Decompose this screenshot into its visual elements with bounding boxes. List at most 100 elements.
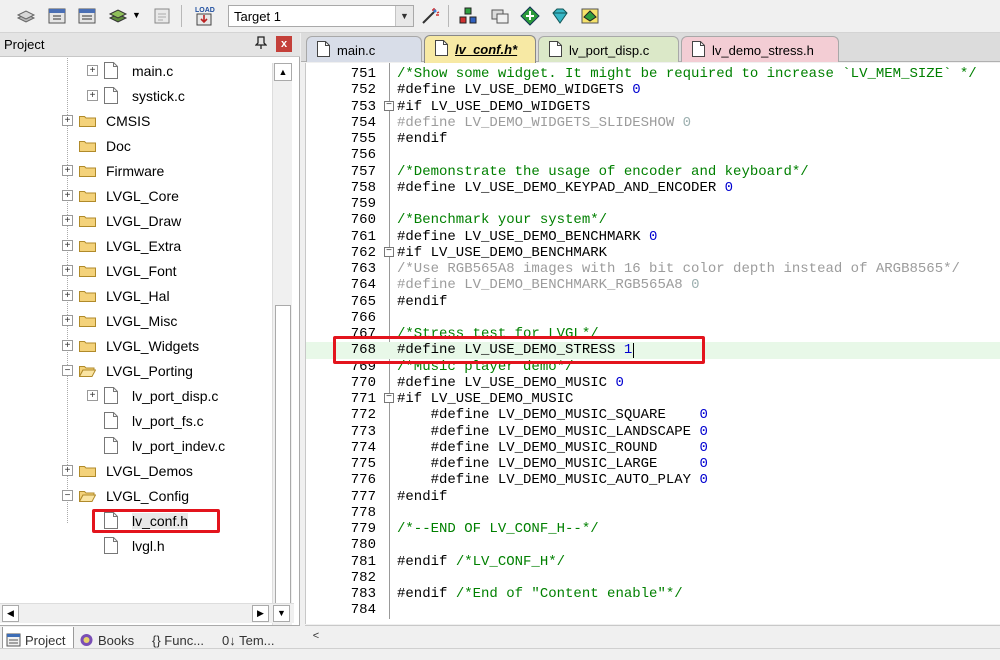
code-line[interactable]: 784: [306, 602, 1000, 618]
collapse-icon[interactable]: −: [62, 490, 73, 501]
expand-icon[interactable]: +: [87, 390, 98, 401]
tree-item[interactable]: + LVGL_Core: [0, 183, 270, 208]
tree-item[interactable]: lv_port_indev.c: [0, 433, 270, 458]
tree-item[interactable]: + systick.c: [0, 83, 270, 108]
tree-item[interactable]: + LVGL_Misc: [0, 308, 270, 333]
stack-icon[interactable]: [16, 6, 36, 26]
expand-icon[interactable]: +: [62, 165, 73, 176]
code-line[interactable]: 783 #endif /*End of "Content enable"*/: [306, 586, 1000, 602]
target-select[interactable]: Target 1 ▼: [228, 5, 414, 27]
code-line[interactable]: 782: [306, 570, 1000, 586]
expand-icon[interactable]: +: [62, 115, 73, 126]
code-line[interactable]: 780: [306, 537, 1000, 553]
file-extensions-icon[interactable]: [490, 6, 510, 26]
expand-icon[interactable]: +: [62, 190, 73, 201]
panel-title: Project: [4, 37, 45, 52]
expand-icon[interactable]: +: [87, 65, 98, 76]
tree-item[interactable]: + lv_port_disp.c: [0, 383, 270, 408]
code-line[interactable]: 778: [306, 505, 1000, 521]
line-number: 763: [350, 261, 376, 277]
select-software-packs-icon[interactable]: [580, 6, 600, 26]
editor-tab[interactable]: lv_conf.h*: [424, 35, 536, 63]
code-line[interactable]: 757 /*Demonstrate the usage of encoder an…: [306, 164, 1000, 180]
tree-item[interactable]: + LVGL_Draw: [0, 208, 270, 233]
code-line[interactable]: 776 #define LV_DEMO_MUSIC_AUTO_PLAY 0: [306, 472, 1000, 488]
download-load-icon[interactable]: LOAD: [192, 4, 216, 28]
code-line[interactable]: 775 #define LV_DEMO_MUSIC_LARGE 0: [306, 456, 1000, 472]
code-line[interactable]: 754 #define LV_DEMO_WIDGETS_SLIDESHOW 0: [306, 115, 1000, 131]
code-line[interactable]: 764 #define LV_DEMO_BENCHMARK_RGB565A8 0: [306, 277, 1000, 293]
code-line[interactable]: 756: [306, 147, 1000, 163]
build-target-icon[interactable]: [47, 6, 67, 26]
magic-wand-icon[interactable]: [420, 6, 440, 26]
translate-icon[interactable]: [152, 6, 172, 26]
rebuild-icon[interactable]: [77, 6, 97, 26]
fold-collapse-icon[interactable]: −: [384, 246, 394, 257]
editor-tab[interactable]: lv_port_disp.c: [538, 36, 679, 62]
code-line[interactable]: 766: [306, 310, 1000, 326]
tree-item[interactable]: + LVGL_Extra: [0, 233, 270, 258]
expand-icon[interactable]: +: [62, 315, 73, 326]
code-line[interactable]: 758 #define LV_USE_DEMO_KEYPAD_AND_ENCODE…: [306, 180, 1000, 196]
code-line[interactable]: 770 #define LV_USE_DEMO_MUSIC 0: [306, 375, 1000, 391]
expand-icon[interactable]: +: [62, 265, 73, 276]
editor-horizontal-scrollbar[interactable]: <: [305, 625, 1000, 647]
tree-item[interactable]: + LVGL_Hal: [0, 283, 270, 308]
pack-installer-icon[interactable]: [520, 6, 540, 26]
code-line[interactable]: 755 #endif: [306, 131, 1000, 147]
code-line[interactable]: 781 #endif /*LV_CONF_H*/: [306, 554, 1000, 570]
tree-item[interactable]: − LVGL_Config: [0, 483, 270, 508]
expand-icon[interactable]: +: [87, 90, 98, 101]
tree-item[interactable]: + CMSIS: [0, 108, 270, 133]
code-line[interactable]: 779 /*--END OF LV_CONF_H--*/: [306, 521, 1000, 537]
tree-item[interactable]: lv_port_fs.c: [0, 408, 270, 433]
expand-icon[interactable]: +: [62, 340, 73, 351]
tree-item[interactable]: + main.c: [0, 58, 270, 83]
tree-item[interactable]: − LVGL_Porting: [0, 358, 270, 383]
code-line[interactable]: 765 #endif: [306, 294, 1000, 310]
code-line[interactable]: 751 /*Show some widget. It might be requi…: [306, 66, 1000, 82]
expand-icon[interactable]: +: [62, 240, 73, 251]
editor-tab[interactable]: main.c: [306, 36, 422, 62]
scroll-left-icon[interactable]: <: [308, 628, 324, 644]
code-line[interactable]: 763 /*Use RGB565A8 images with 16 bit col…: [306, 261, 1000, 277]
editor-tab[interactable]: lv_demo_stress.h: [681, 36, 839, 62]
fold-collapse-icon[interactable]: −: [384, 393, 394, 403]
gem-install-icon[interactable]: [550, 6, 570, 26]
expand-icon[interactable]: +: [62, 290, 73, 301]
code-line[interactable]: 777 #endif: [306, 489, 1000, 505]
chevron-down-icon[interactable]: ▼: [132, 10, 141, 20]
scroll-down-icon[interactable]: ▼: [273, 605, 290, 622]
tree-item[interactable]: lvgl.h: [0, 533, 270, 558]
code-line[interactable]: 752 #define LV_USE_DEMO_WIDGETS 0: [306, 82, 1000, 98]
tree-item[interactable]: Doc: [0, 133, 270, 158]
fold-collapse-icon[interactable]: −: [384, 100, 394, 111]
expand-icon[interactable]: +: [62, 215, 73, 226]
tree-item[interactable]: + Firmware: [0, 158, 270, 183]
chevron-down-icon[interactable]: ▼: [395, 6, 413, 26]
tree-item[interactable]: + LVGL_Font: [0, 258, 270, 283]
close-icon[interactable]: x: [276, 36, 292, 52]
code-line[interactable]: 762− #if LV_USE_DEMO_BENCHMARK: [306, 245, 1000, 261]
tree-item[interactable]: + LVGL_Widgets: [0, 333, 270, 358]
code-line[interactable]: 773 #define LV_DEMO_MUSIC_LANDSCAPE 0: [306, 424, 1000, 440]
code-line[interactable]: 760 /*Benchmark your system*/: [306, 212, 1000, 228]
code-line[interactable]: 772 #define LV_DEMO_MUSIC_SQUARE 0: [306, 407, 1000, 423]
scroll-up-icon[interactable]: ▲: [274, 63, 292, 81]
code-line[interactable]: 774 #define LV_DEMO_MUSIC_ROUND 0: [306, 440, 1000, 456]
manage-components-icon[interactable]: [458, 6, 478, 26]
tree-item[interactable]: + LVGL_Demos: [0, 458, 270, 483]
code-line[interactable]: 761 #define LV_USE_DEMO_BENCHMARK 0: [306, 229, 1000, 245]
pin-icon[interactable]: [254, 36, 268, 52]
code-line[interactable]: 771− #if LV_USE_DEMO_MUSIC: [306, 391, 1000, 407]
expand-icon[interactable]: +: [62, 465, 73, 476]
horizontal-scrollbar[interactable]: ◀ ▶ ▼: [0, 603, 294, 623]
code-line[interactable]: 759: [306, 196, 1000, 212]
code-line[interactable]: 753− #if LV_USE_DEMO_WIDGETS: [306, 99, 1000, 115]
collapse-icon[interactable]: −: [62, 365, 73, 376]
scroll-right-icon[interactable]: ▶: [252, 605, 269, 622]
vertical-scrollbar[interactable]: ▲: [272, 63, 292, 628]
scrollbar-thumb[interactable]: [275, 305, 291, 610]
scroll-left-icon[interactable]: ◀: [2, 605, 19, 622]
batch-build-icon[interactable]: [108, 6, 128, 26]
